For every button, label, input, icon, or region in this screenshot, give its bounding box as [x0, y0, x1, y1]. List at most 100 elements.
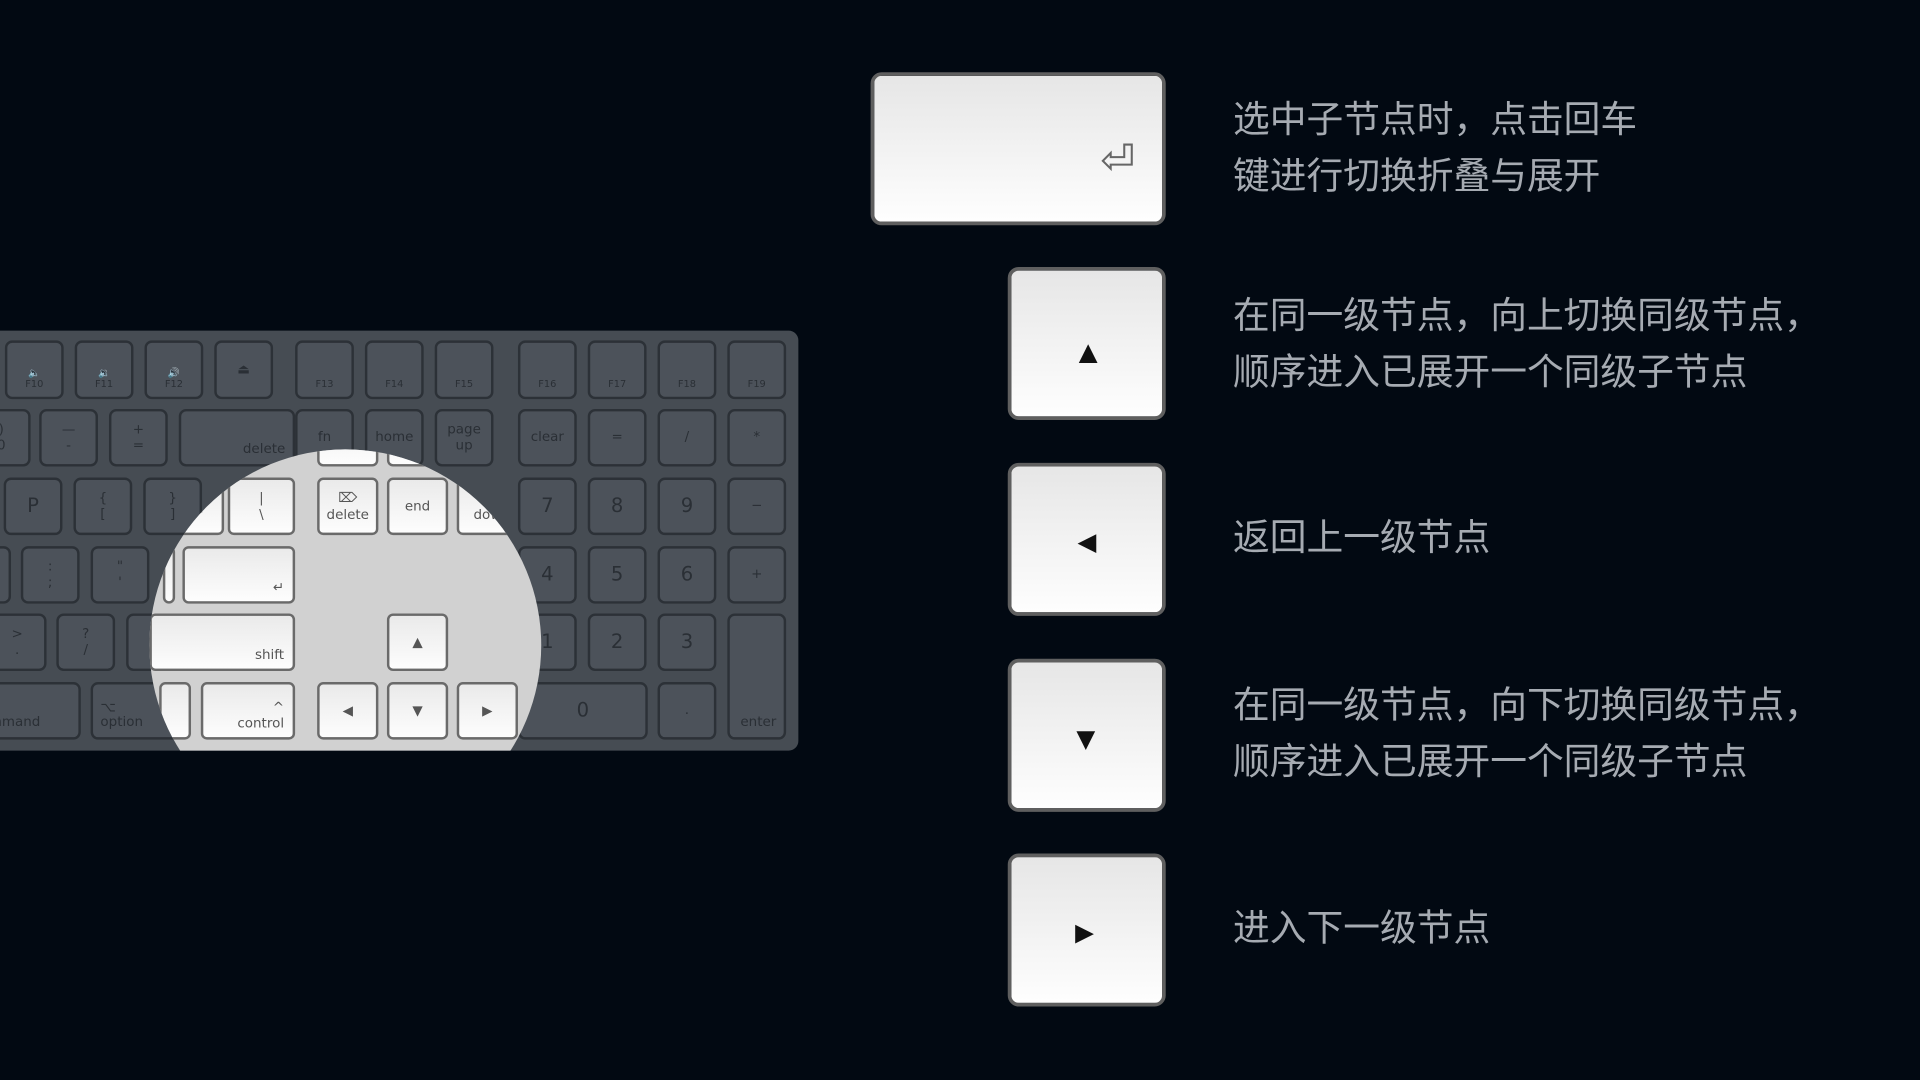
- key-label: }: [168, 489, 177, 506]
- keyboard-key[interactable]: F16: [517, 340, 577, 400]
- arrow-down-description: 在同一级节点，向下切换同级节点， 顺序进入已展开一个同级子节点: [1233, 678, 1821, 791]
- keyboard-key[interactable]: >.: [0, 613, 47, 672]
- keyboard-key[interactable]: −: [727, 477, 787, 536]
- keyboard-key[interactable]: 0: [517, 682, 648, 740]
- magnified-key[interactable]: ^ control: [200, 682, 296, 740]
- keyboard-key[interactable]: 3: [657, 613, 717, 672]
- keyboard-key[interactable]: P: [3, 477, 63, 536]
- keyboard-key[interactable]: 6: [657, 546, 717, 604]
- key-label: dow: [473, 506, 502, 523]
- keyboard-key[interactable]: clear: [517, 408, 577, 467]
- keyboard-key[interactable]: 5: [587, 546, 647, 604]
- keyboard-key[interactable]: F13: [295, 340, 354, 400]
- return-icon: ⏎: [1100, 135, 1136, 185]
- key-label: .: [684, 701, 690, 718]
- magnified-key[interactable]: [317, 449, 379, 467]
- arrow-down-key[interactable]: ▼: [1007, 658, 1166, 812]
- keyboard-key[interactable]: F14: [364, 340, 424, 400]
- keyboard-key[interactable]: :;: [20, 546, 80, 604]
- arrow-left-description: 返回上一级节点: [1233, 511, 1490, 567]
- keyboard-key[interactable]: 2: [587, 613, 647, 672]
- key-label: F13: [315, 378, 334, 390]
- keyboard-key[interactable]: ? /: [56, 613, 116, 672]
- magnified-key[interactable]: ↵: [182, 546, 296, 604]
- magnified-key[interactable]: shift: [149, 613, 296, 672]
- magnified-key[interactable]: [159, 682, 192, 740]
- keyboard-key[interactable]: 🔊 F12: [144, 340, 204, 400]
- key-label: ▶: [482, 702, 493, 719]
- keyboard-key[interactable]: F19: [727, 340, 787, 400]
- description-line: 选中子节点时，点击回车: [1233, 99, 1638, 143]
- key-label: 🔊: [167, 366, 180, 378]
- description-line: 顺序进入已展开一个同级子节点: [1233, 740, 1748, 784]
- keyboard-key[interactable]: {[: [73, 477, 133, 536]
- key-label: 7: [541, 493, 554, 518]
- key-label: 🔉: [97, 366, 111, 378]
- keyboard-key[interactable]: F18: [657, 340, 717, 400]
- magnified-key[interactable]: [386, 449, 449, 467]
- keyboard-key[interactable]: + =: [108, 408, 168, 467]
- key-label: >: [11, 625, 23, 642]
- keyboard-key[interactable]: +: [727, 546, 787, 604]
- keyboard-key[interactable]: .: [657, 682, 717, 740]
- key-label: delete: [242, 441, 286, 458]
- keyboard-key[interactable]: 9: [657, 477, 717, 536]
- arrow-right-description: 进入下一级节点: [1233, 901, 1490, 957]
- magnified-key[interactable]: | \: [227, 477, 296, 536]
- magnified-key[interactable]: [162, 546, 176, 604]
- key-label: /: [684, 428, 690, 445]
- key-label: +: [751, 565, 763, 582]
- keyboard-key[interactable]: )0: [0, 408, 31, 467]
- key-label: command: [0, 714, 41, 731]
- keyboard-key[interactable]: /: [657, 408, 717, 467]
- keyboard-key[interactable]: ⌘command: [0, 682, 81, 740]
- key-label: =: [132, 436, 145, 453]
- return-key[interactable]: ⏎: [870, 72, 1166, 226]
- keyboard-key[interactable]: *: [727, 408, 787, 467]
- key-label: fn: [317, 428, 332, 445]
- magnified-key[interactable]: ⌦ delete: [317, 477, 379, 536]
- key-label: {: [98, 489, 108, 506]
- keyboard: 🔈F10🔉F11🔊F12⏏F13F14F15F16F17F18F19)0—-+=…: [0, 330, 799, 751]
- key-label: ⏏: [237, 360, 251, 377]
- key-label: 🔈: [28, 366, 41, 378]
- arrow-right-key[interactable]: ▶: [1007, 853, 1166, 1007]
- magnified-key[interactable]: p dow: [456, 477, 518, 536]
- keyboard-key[interactable]: [0, 546, 12, 604]
- key-label: 4: [541, 562, 554, 586]
- key-label: :: [47, 558, 53, 575]
- keyboard-key[interactable]: enter: [727, 613, 787, 740]
- magnified-key[interactable]: ◀: [317, 682, 379, 740]
- keyboard-key[interactable]: F15: [434, 340, 494, 400]
- keyboard-key[interactable]: ⏏: [214, 340, 274, 400]
- keyboard-key[interactable]: — -: [39, 408, 98, 467]
- description-line: 返回上一级节点: [1233, 516, 1491, 560]
- keyboard-key[interactable]: 7: [517, 477, 577, 536]
- key-label: 3: [680, 629, 694, 654]
- keyboard-key[interactable]: 🔈 F10: [4, 340, 64, 400]
- key-label: ▼: [412, 702, 423, 719]
- magnified-key[interactable]: ▶: [456, 682, 518, 740]
- key-label: up: [455, 436, 473, 453]
- key-label: ?: [82, 625, 90, 642]
- key-label: +: [132, 421, 145, 437]
- key-label: delete: [326, 506, 369, 523]
- key-label: clear: [530, 428, 564, 445]
- keyboard-key[interactable]: " ': [90, 546, 150, 604]
- magnified-key[interactable]: ▲: [386, 613, 449, 672]
- keyboard-key[interactable]: delete: [178, 408, 296, 467]
- arrow-left-key[interactable]: ◀: [1007, 462, 1166, 616]
- keyboard-key[interactable]: 8: [587, 477, 647, 536]
- key-label: 5: [610, 562, 624, 586]
- key-label: ↵: [272, 578, 285, 595]
- key-label: p: [483, 490, 492, 507]
- keyboard-key[interactable]: F17: [587, 340, 647, 400]
- magnified-key[interactable]: ▼: [386, 682, 449, 740]
- keyboard-key[interactable]: 🔉 F11: [74, 340, 134, 400]
- magnified-key[interactable]: end: [386, 477, 449, 536]
- keyboard-key[interactable]: =: [587, 408, 647, 467]
- key-label: P: [27, 493, 39, 518]
- arrow-up-key[interactable]: ▲: [1007, 266, 1166, 421]
- key-label: ^: [272, 698, 285, 715]
- magnified-key[interactable]: ]: [177, 477, 225, 536]
